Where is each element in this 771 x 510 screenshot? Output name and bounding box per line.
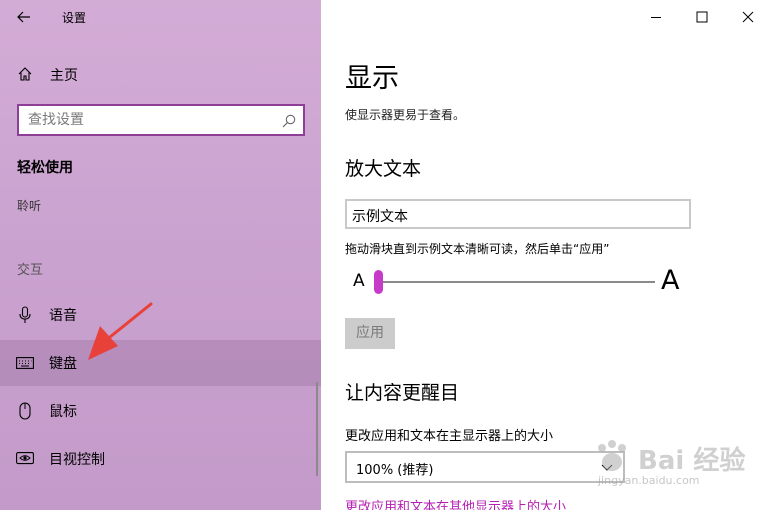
close-button[interactable] xyxy=(725,0,771,34)
text-size-slider-thumb[interactable] xyxy=(374,270,383,294)
eye-control-icon xyxy=(16,450,34,468)
scale-label: 更改应用和文本在主显示器上的大小 xyxy=(345,429,554,444)
main-content: 显示 使显示器更易于查看。 放大文本 示例文本 拖动滑块直到示例文本清晰可读，然… xyxy=(321,0,771,510)
page-description: 使显示器更易于查看。 xyxy=(345,108,466,122)
sidebar-item-keyboard[interactable]: 键盘 xyxy=(0,340,321,386)
keyboard-icon xyxy=(16,354,34,372)
minimize-button[interactable] xyxy=(633,0,679,34)
back-button[interactable] xyxy=(10,5,38,29)
text-size-slider-track[interactable] xyxy=(375,281,655,283)
search-input[interactable] xyxy=(19,106,303,134)
sidebar-item-speech[interactable]: 语音 xyxy=(0,292,321,338)
home-label: 主页 xyxy=(50,68,78,84)
sidebar-item-eye-control[interactable]: 目视控制 xyxy=(0,436,321,482)
group-header-interaction: 交互 xyxy=(17,263,44,278)
sidebar-item-label: 语音 xyxy=(49,308,77,324)
sidebar-item-label: 鼠标 xyxy=(49,404,77,420)
other-displays-link[interactable]: 更改应用和文本在其他显示器上的大小 xyxy=(345,496,566,510)
slider-hint: 拖动滑块直到示例文本清晰可读，然后单击“应用” xyxy=(345,242,610,256)
app-title: 设置 xyxy=(62,11,87,25)
section-title: 轻松使用 xyxy=(17,160,73,176)
apply-button[interactable]: 应用 xyxy=(345,318,395,349)
slider-max-label: A xyxy=(661,265,680,296)
sidebar-item-mouse[interactable]: 鼠标 xyxy=(0,388,321,434)
page-title: 显示 xyxy=(345,63,399,94)
close-icon xyxy=(742,11,754,23)
chevron-down-icon xyxy=(601,464,613,471)
zoom-text-heading: 放大文本 xyxy=(345,158,422,180)
minimize-icon xyxy=(651,17,661,18)
sidebar-item-label: 目视控制 xyxy=(49,452,105,468)
slider-min-label: A xyxy=(353,271,365,291)
sidebar-scrollbar[interactable] xyxy=(316,382,318,476)
bigger-content-heading: 让内容更醒目 xyxy=(345,382,460,404)
home-nav-item[interactable]: 主页 xyxy=(0,58,321,90)
microphone-icon xyxy=(16,306,34,324)
scale-dropdown[interactable]: 100% (推荐) xyxy=(345,451,625,483)
mouse-icon xyxy=(16,402,34,420)
search-icon[interactable] xyxy=(282,113,296,132)
maximize-button[interactable] xyxy=(679,0,725,34)
sample-text: 示例文本 xyxy=(352,209,408,225)
maximize-icon xyxy=(696,11,708,23)
sample-text-box: 示例文本 xyxy=(345,199,691,229)
sidebar: 设置 主页 轻松使用 聆听 交互 语音 xyxy=(0,0,321,510)
title-bar: 设置 xyxy=(0,0,321,34)
sidebar-item-label: 键盘 xyxy=(49,356,77,372)
scale-dropdown-value: 100% (推荐) xyxy=(356,463,434,478)
back-arrow-icon xyxy=(17,11,30,23)
group-header-hearing: 聆听 xyxy=(17,199,42,213)
home-icon xyxy=(17,66,33,86)
search-box[interactable] xyxy=(17,104,305,136)
